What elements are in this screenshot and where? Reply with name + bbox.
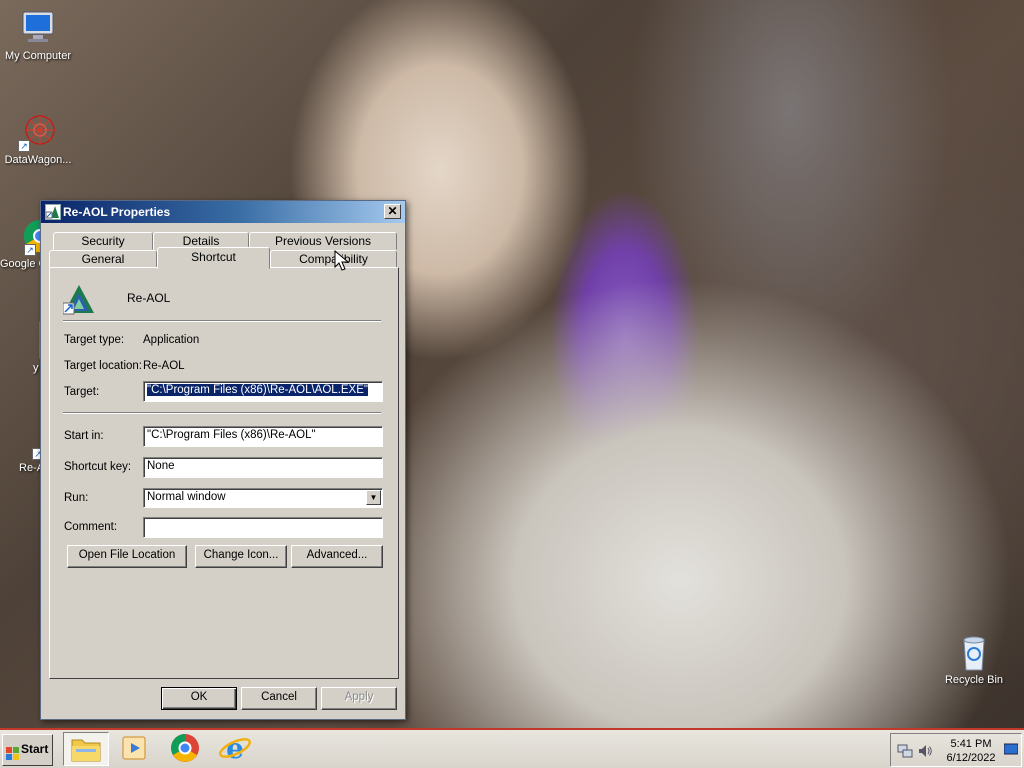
tab-general[interactable]: General	[49, 250, 157, 268]
desktop-icon-label: My Computer	[4, 50, 72, 62]
media-player-icon	[122, 736, 146, 760]
svg-text:e: e	[226, 732, 244, 764]
separator	[63, 320, 381, 322]
target-label: Target:	[64, 386, 100, 398]
clock[interactable]: 5:41 PM 6/12/2022	[941, 737, 1001, 765]
target-type-label: Target type:	[64, 334, 125, 346]
dialog-titlebar[interactable]: Re-AOL Properties ✕	[41, 201, 405, 223]
internet-explorer-icon: e	[219, 732, 251, 765]
target-type-value: Application	[143, 334, 200, 346]
close-button[interactable]: ✕	[384, 204, 401, 219]
show-desktop-icon[interactable]	[1003, 742, 1019, 759]
tab-shortcut[interactable]: Shortcut	[157, 247, 270, 269]
cancel-button[interactable]: Cancel	[241, 687, 317, 710]
re-aol-icon	[62, 283, 95, 315]
taskbar-chrome[interactable]	[163, 732, 209, 766]
apply-button[interactable]: Apply	[321, 687, 397, 710]
ok-button[interactable]: OK	[161, 687, 237, 710]
target-location-value: Re-AOL	[143, 360, 185, 372]
desktop-icon-label: Recycle Bin	[944, 674, 1004, 686]
run-select[interactable]: Normal window ▼	[143, 488, 383, 508]
open-file-location-button[interactable]: Open File Location	[67, 545, 187, 568]
run-label: Run:	[64, 492, 89, 504]
desktop-icon-label: DataWagon...	[4, 154, 72, 166]
shortcut-key-label: Shortcut key:	[64, 461, 132, 473]
taskbar-file-explorer[interactable]	[63, 732, 109, 766]
tab-previous-versions[interactable]: Previous Versions	[249, 232, 397, 250]
volume-icon[interactable]	[917, 743, 933, 762]
properties-dialog: Re-AOL Properties ✕ Security Details Pre…	[40, 200, 406, 720]
recycle-bin-icon	[954, 632, 994, 672]
comment-label: Comment:	[64, 521, 118, 533]
datawagon-icon: ↗	[18, 112, 58, 152]
tab-security[interactable]: Security	[53, 232, 153, 250]
desktop-icon-datawagon[interactable]: ↗ DataWagon...	[0, 112, 76, 166]
clock-date: 6/12/2022	[946, 752, 996, 764]
taskbar-media-player[interactable]	[113, 732, 159, 766]
change-icon-button[interactable]: Change Icon...	[195, 545, 287, 568]
desktop-icon-recycle-bin[interactable]: Recycle Bin	[936, 632, 1012, 686]
comment-input[interactable]	[143, 517, 383, 538]
start-button[interactable]: Start	[2, 734, 53, 766]
app-name: Re-AOL	[127, 291, 171, 305]
shortcut-key-input[interactable]: None	[143, 457, 383, 478]
start-label: Start	[21, 742, 49, 756]
computer-icon	[18, 8, 58, 48]
system-tray: 5:41 PM 6/12/2022	[890, 733, 1022, 767]
target-input[interactable]: "C:\Program Files (x86)\Re-AOL\AOL.EXE"	[143, 381, 383, 402]
chevron-down-icon[interactable]: ▼	[366, 490, 381, 505]
target-input-selected-text: "C:\Program Files (x86)\Re-AOL\AOL.EXE"	[146, 383, 369, 397]
start-in-label: Start in:	[64, 430, 104, 442]
desktop-icon-my-computer[interactable]: My Computer	[0, 8, 76, 62]
target-location-label: Target location:	[64, 360, 142, 372]
shortcut-title-icon	[45, 204, 61, 220]
separator	[63, 412, 381, 414]
chrome-icon	[171, 734, 199, 762]
dialog-title: Re-AOL Properties	[63, 205, 171, 219]
shortcut-arrow-icon: ↗	[24, 244, 36, 256]
start-in-input[interactable]: "C:\Program Files (x86)\Re-AOL"	[143, 426, 383, 447]
taskbar-internet-explorer[interactable]: e	[213, 732, 259, 766]
advanced-button[interactable]: Advanced...	[291, 545, 383, 568]
folder-icon	[71, 739, 101, 762]
taskbar: Start e 5:41 PM 6/12/2022	[0, 728, 1024, 768]
network-icon[interactable]	[897, 743, 913, 762]
mouse-cursor-icon	[334, 249, 350, 272]
windows-flag-icon	[6, 743, 20, 760]
shortcut-arrow-icon: ↗	[18, 140, 30, 152]
clock-time: 5:41 PM	[950, 738, 992, 750]
run-select-value: Normal window	[147, 491, 226, 503]
